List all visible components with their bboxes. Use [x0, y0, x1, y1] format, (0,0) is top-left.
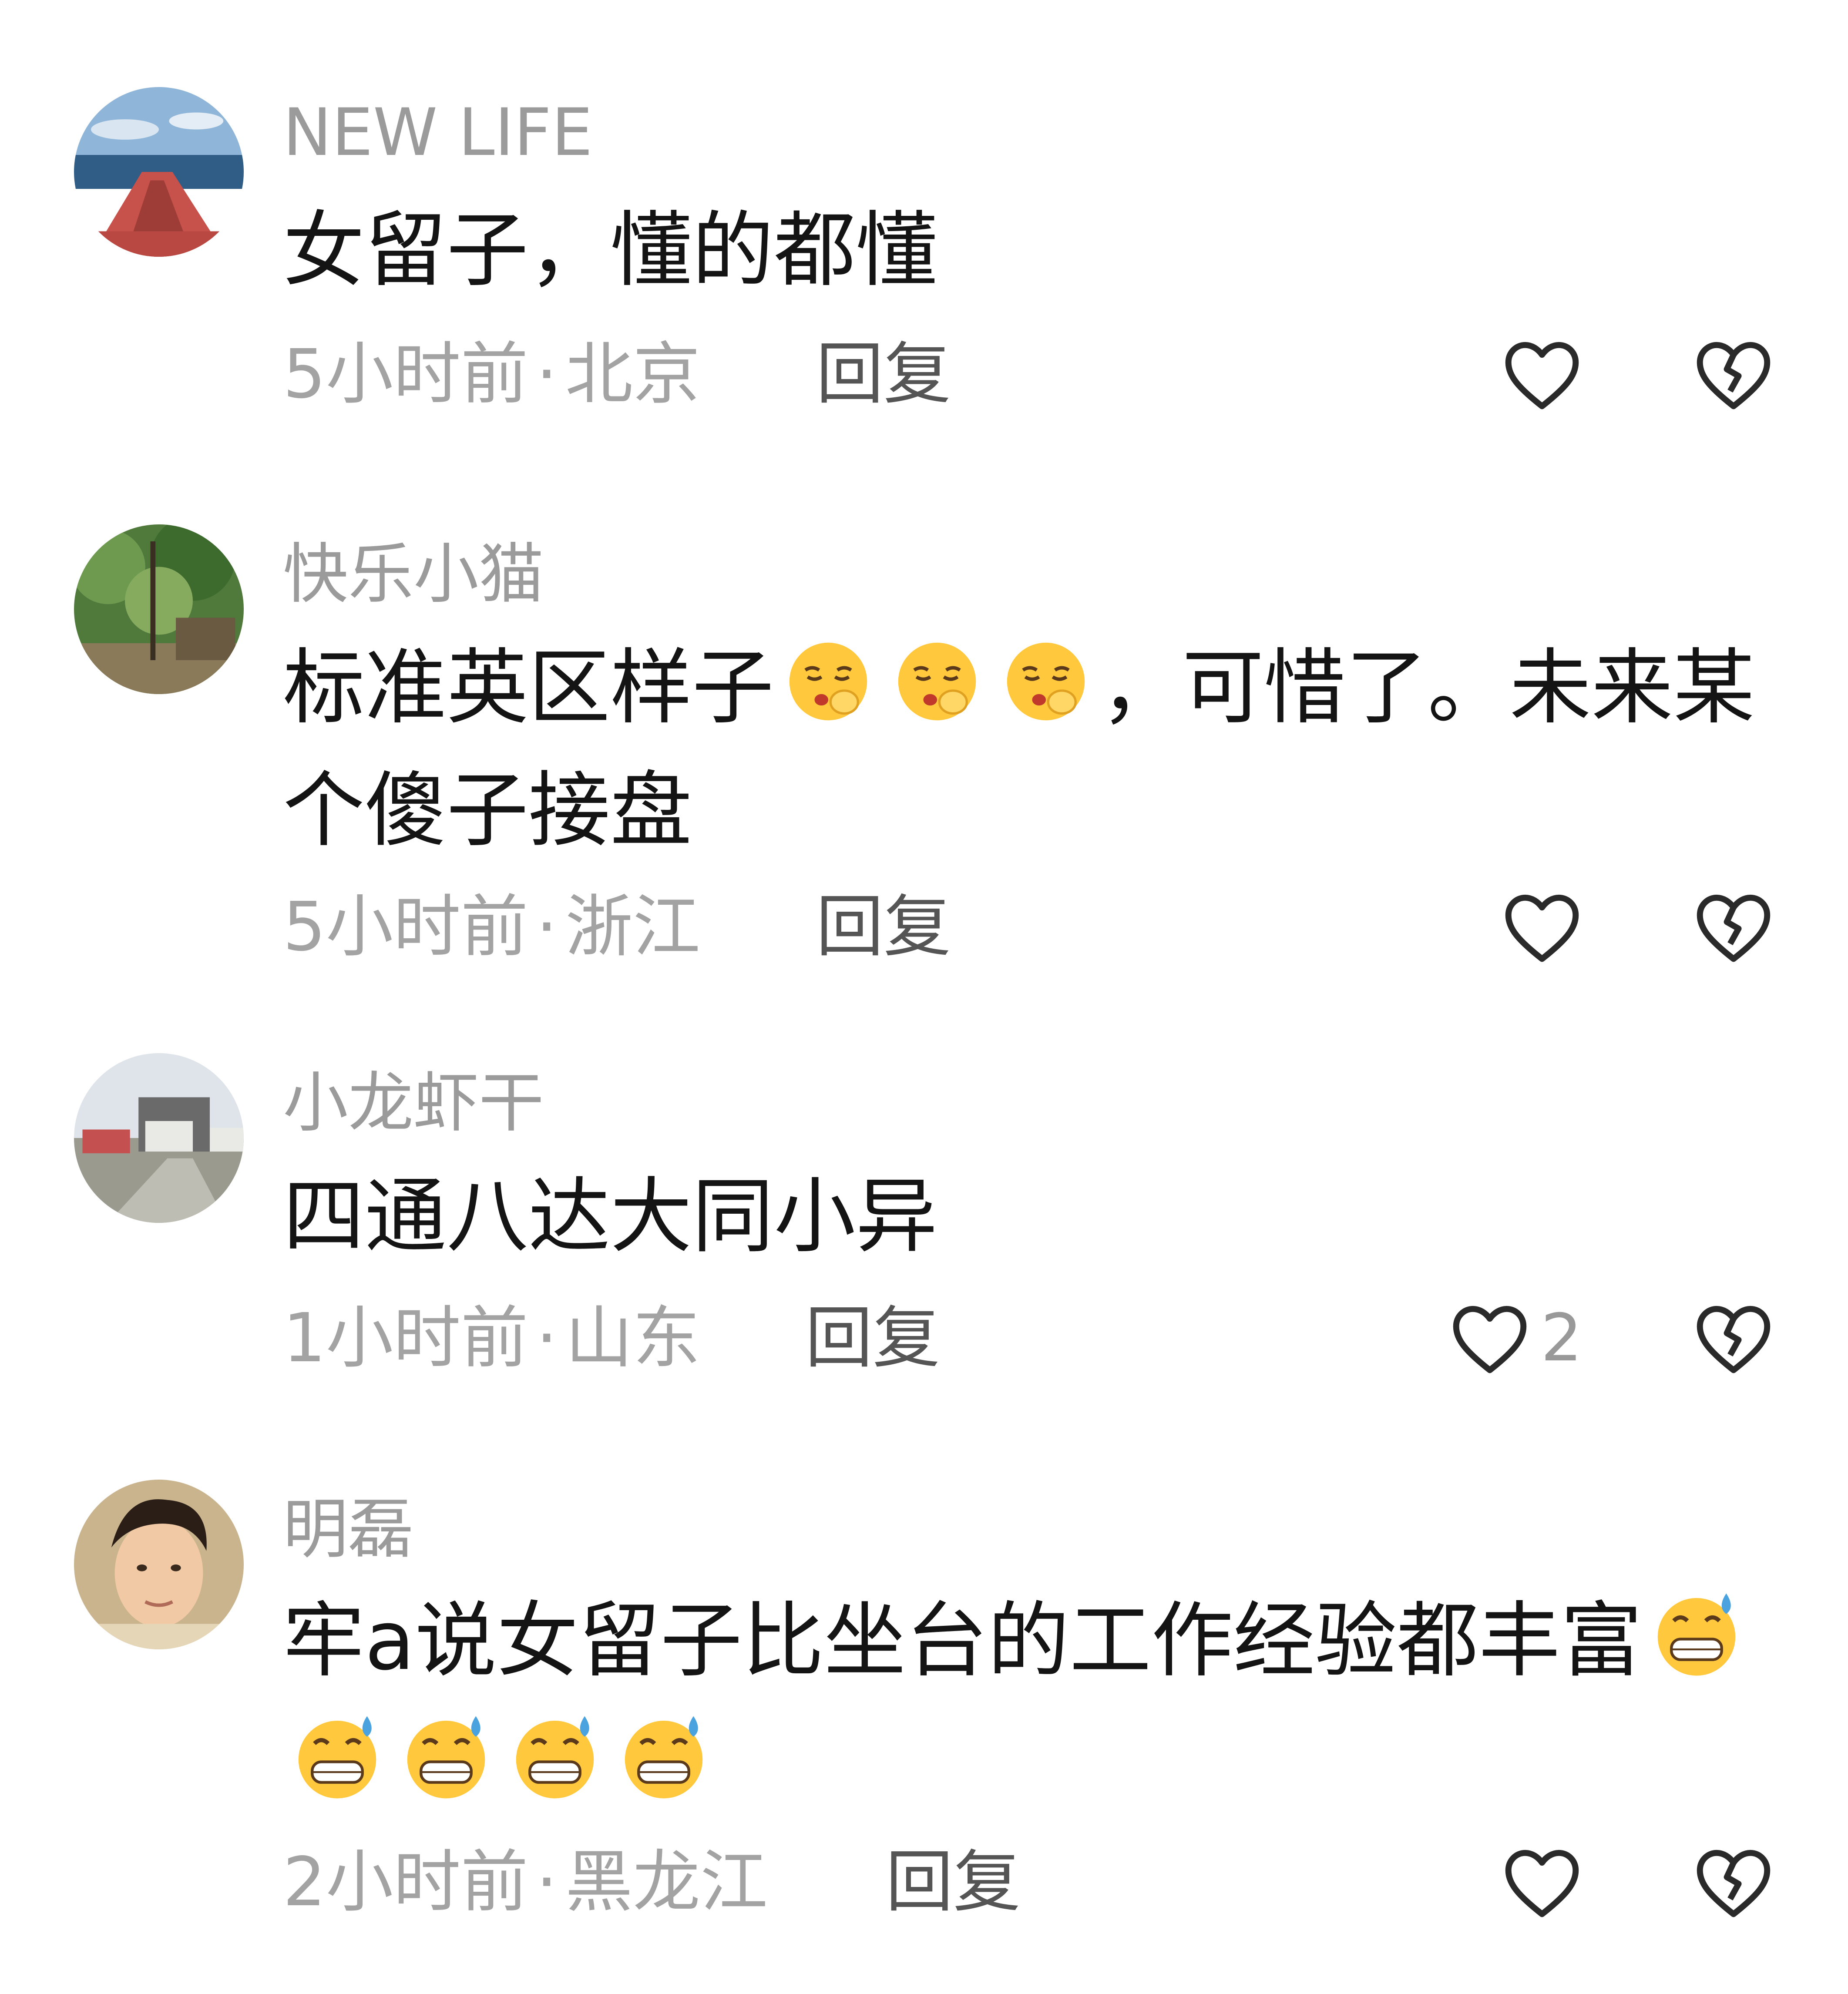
grimacing-sweat-emoji: [509, 1712, 601, 1803]
comment-text-part: 标准英区样子: [283, 640, 774, 735]
comment-meta: 1小时前 · 山东: [283, 1299, 700, 1377]
comment-location: 北京: [565, 335, 700, 413]
comment-meta: 5小时前 · 北京: [283, 335, 700, 413]
comment-text: 标准英区样子 ，可惜了。未来某个傻子接盘: [283, 627, 1780, 872]
avatar[interactable]: [74, 524, 244, 694]
username[interactable]: NEW LIFE: [283, 96, 593, 170]
like-count: 2: [1541, 1300, 1583, 1376]
heart-icon: [1453, 1306, 1527, 1373]
shushing-face-emoji: [783, 636, 874, 727]
comment-text: 女留子，懂的都懂: [283, 203, 937, 298]
grimacing-sweat-emoji: [1651, 1589, 1742, 1680]
comment-location: 山东: [565, 1299, 700, 1377]
separator-dot: ·: [536, 1299, 558, 1377]
grimacing-sweat-emoji: [618, 1712, 709, 1803]
comment-time: 1小时前: [283, 1299, 528, 1377]
dislike-button[interactable]: [1693, 1843, 1774, 1921]
username[interactable]: 快乐小猫: [283, 537, 544, 611]
dislike-button[interactable]: [1693, 888, 1774, 966]
avatar[interactable]: [74, 87, 244, 257]
grimacing-sweat-emoji: [400, 1712, 492, 1803]
comment-location: 黑龙江: [565, 1843, 768, 1921]
shushing-face-emoji: [1000, 636, 1092, 727]
comment-meta: 5小时前 · 浙江: [283, 888, 700, 966]
comment-time: 2小时前: [283, 1843, 528, 1921]
like-button[interactable]: 2: [1449, 1299, 1582, 1377]
comment-text: 牢a说女留子比坐台的工作经验都丰富: [283, 1580, 1780, 1825]
username[interactable]: 小龙虾干: [283, 1066, 544, 1140]
reply-button[interactable]: 回复: [886, 1843, 1021, 1921]
username[interactable]: 明磊: [283, 1493, 413, 1567]
reply-button[interactable]: 回复: [816, 888, 951, 966]
broken-heart-icon: [1697, 1306, 1771, 1373]
reply-button[interactable]: 回复: [816, 335, 951, 413]
like-button[interactable]: [1502, 888, 1583, 966]
broken-heart-icon: [1697, 894, 1771, 962]
reply-button[interactable]: 回复: [805, 1299, 940, 1377]
dislike-button[interactable]: [1693, 1299, 1774, 1377]
broken-heart-icon: [1697, 342, 1771, 410]
like-button[interactable]: [1502, 335, 1583, 413]
comment-time: 5小时前: [283, 887, 528, 966]
heart-icon: [1505, 1850, 1579, 1917]
comment-text-part: 牢a说女留子比坐台的工作经验都丰富: [283, 1593, 1643, 1689]
comment-text: 四通八达大同小异: [283, 1169, 937, 1264]
avatar[interactable]: [74, 1480, 244, 1649]
like-button[interactable]: [1502, 1843, 1583, 1921]
broken-heart-icon: [1697, 1850, 1771, 1917]
heart-icon: [1505, 894, 1579, 962]
comment-meta: 2小时前 · 黑龙江: [283, 1843, 768, 1921]
comment-time: 5小时前: [283, 335, 528, 413]
separator-dot: ·: [536, 335, 558, 413]
comment-location: 浙江: [565, 887, 700, 966]
shushing-face-emoji: [891, 636, 983, 727]
heart-icon: [1505, 342, 1579, 410]
separator-dot: ·: [536, 887, 558, 966]
dislike-button[interactable]: [1693, 335, 1774, 413]
avatar[interactable]: [74, 1053, 244, 1223]
grimacing-sweat-emoji: [292, 1712, 383, 1803]
separator-dot: ·: [536, 1843, 558, 1921]
